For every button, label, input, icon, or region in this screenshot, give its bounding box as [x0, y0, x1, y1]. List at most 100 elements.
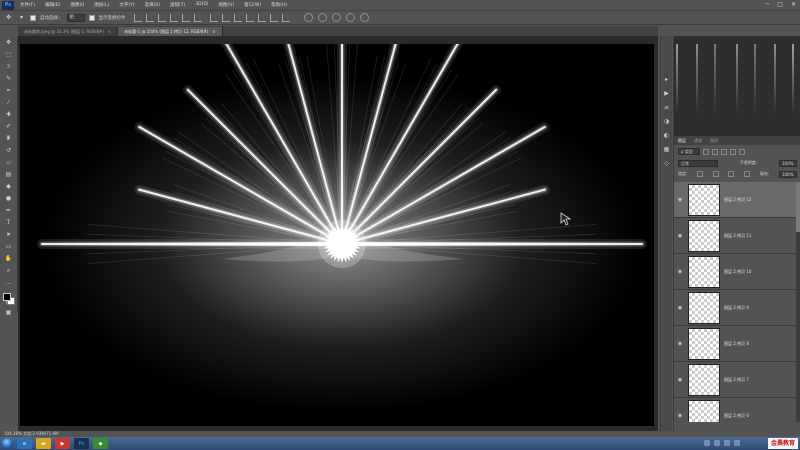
menu-help[interactable]: 帮助(H) [271, 2, 287, 8]
menu-layer[interactable]: 图层(L) [94, 2, 109, 8]
gradient-tool-icon[interactable]: ▤ [4, 171, 13, 179]
layer-row[interactable]: ◉ 图层 2 拷贝 9 [674, 290, 800, 326]
menu-file[interactable]: 文件(F) [20, 2, 35, 8]
3d-pan-icon[interactable] [331, 13, 341, 22]
tab-document-1[interactable]: 未标题的.jpeg @ 33.3% (图层 0, RGB/8#) × [18, 27, 119, 36]
visibility-eye-icon[interactable]: ◉ [674, 341, 686, 347]
layer-name[interactable]: 图层 2 拷贝 6 [724, 413, 749, 419]
distribute-bottom-icon[interactable] [233, 13, 242, 22]
tab-channels[interactable]: 通道 [694, 138, 702, 144]
tab-close-icon[interactable]: × [212, 29, 215, 34]
tab-document-2[interactable]: 未标题-1 @ 104% (图层 2 拷贝 12, RGB/8#) × [118, 27, 223, 36]
menu-filter[interactable]: 滤镜(T) [170, 2, 185, 8]
document-canvas[interactable] [20, 44, 654, 426]
history-panel-icon[interactable]: ▸ [663, 76, 671, 83]
layer-name[interactable]: 图层 2 拷贝 11 [724, 233, 751, 239]
lock-transparent-icon[interactable] [697, 171, 704, 177]
pen-tool-icon[interactable]: ✒ [4, 207, 13, 215]
distribute-center-icon[interactable] [257, 13, 266, 22]
actions-panel-icon[interactable]: ▶ [663, 90, 671, 97]
screen-mode-icon[interactable]: ▣ [4, 309, 13, 317]
properties-panel-icon[interactable]: ≡ [663, 104, 671, 111]
tool-preset-dropdown-icon[interactable]: ▾ [17, 13, 26, 22]
align-bottom-icon[interactable] [157, 13, 166, 22]
close-button[interactable]: ✕ [791, 1, 796, 8]
tab-close-icon[interactable]: × [108, 29, 111, 34]
brush-tool-icon[interactable]: ✐ [4, 123, 13, 131]
auto-select-checkbox[interactable] [30, 14, 36, 21]
menu-type[interactable]: 文字(Y) [119, 2, 134, 8]
swatches-panel-icon[interactable]: ▦ [663, 146, 671, 153]
menu-image[interactable]: 图像(I) [70, 2, 84, 8]
media-taskbar-icon[interactable]: ▶ [55, 438, 70, 449]
eraser-tool-icon[interactable]: ▱ [4, 159, 13, 167]
layer-row[interactable]: ◉ 图层 2 拷贝 7 [674, 362, 800, 398]
more-tools-icon[interactable]: … [4, 279, 13, 287]
menu-window[interactable]: 窗口(W) [244, 2, 261, 8]
blur-tool-icon[interactable]: ◆ [4, 183, 13, 191]
align-center-icon[interactable] [181, 13, 190, 22]
align-top-icon[interactable] [133, 13, 142, 22]
layer-row[interactable]: ◉ 图层 2 拷贝 10 [674, 254, 800, 290]
visibility-eye-icon[interactable]: ◉ [674, 413, 686, 419]
menu-edit[interactable]: 编辑(E) [45, 2, 60, 8]
visibility-eye-icon[interactable]: ◉ [674, 197, 686, 203]
explorer-taskbar-icon[interactable]: ▬ [36, 438, 51, 449]
blend-mode-dropdown[interactable]: 正常 [678, 159, 718, 167]
filter-smart-object-icon[interactable] [739, 148, 745, 155]
styles-panel-icon[interactable]: ◇ [663, 160, 671, 167]
foreground-color-swatch[interactable] [2, 293, 11, 301]
minimize-button[interactable]: ─ [766, 1, 770, 8]
filter-adjustment-icon[interactable] [712, 148, 718, 155]
opacity-field[interactable]: 100% [778, 159, 797, 167]
3d-roll-icon[interactable] [317, 13, 327, 22]
healing-brush-tool-icon[interactable]: ✚ [4, 111, 13, 119]
visibility-eye-icon[interactable]: ◉ [674, 233, 686, 239]
fill-field[interactable]: 100% [778, 170, 797, 178]
type-tool-icon[interactable]: T [4, 219, 13, 227]
3d-slide-icon[interactable] [345, 13, 355, 22]
app-taskbar-icon[interactable]: ◆ [93, 438, 108, 449]
crop-tool-icon[interactable]: ⌗ [4, 87, 13, 95]
clone-stamp-tool-icon[interactable]: ♜ [4, 135, 13, 143]
menu-select[interactable]: 选择(S) [145, 2, 160, 8]
zoom-tool-icon[interactable]: ⌕ [4, 267, 13, 275]
hand-tool-icon[interactable]: ✋ [4, 255, 13, 263]
lock-image-icon[interactable] [712, 171, 719, 177]
lock-all-icon[interactable] [744, 171, 751, 177]
visibility-eye-icon[interactable]: ◉ [674, 269, 686, 275]
visibility-eye-icon[interactable]: ◉ [674, 377, 686, 383]
tab-layers[interactable]: 图层 [678, 138, 686, 144]
eyedropper-tool-icon[interactable]: ⁄ [4, 99, 13, 107]
tray-icon[interactable] [714, 440, 720, 446]
adjustments-panel-icon[interactable]: ◑ [663, 118, 671, 125]
tray-icon[interactable] [734, 440, 740, 446]
photoshop-taskbar-icon[interactable]: Ps [74, 438, 89, 449]
align-middle-icon[interactable] [145, 13, 154, 22]
distribute-middle-icon[interactable] [221, 13, 230, 22]
tray-icon[interactable] [704, 440, 710, 446]
align-right-icon[interactable] [193, 13, 202, 22]
lasso-tool-icon[interactable]: ↄ [4, 63, 13, 71]
align-left-icon[interactable] [169, 13, 178, 22]
filter-pixel-icon[interactable] [703, 148, 709, 155]
visibility-eye-icon[interactable]: ◉ [674, 305, 686, 311]
path-select-tool-icon[interactable]: ➤ [4, 231, 13, 239]
layer-row[interactable]: ◉ 图层 2 拷贝 11 [674, 218, 800, 254]
layer-name[interactable]: 图层 2 拷贝 12 [724, 197, 751, 203]
lock-position-icon[interactable] [728, 171, 735, 177]
auto-align-icon[interactable] [281, 13, 290, 22]
tab-paths[interactable]: 路径 [710, 138, 718, 144]
start-button[interactable] [2, 438, 13, 449]
3d-scale-icon[interactable] [359, 13, 369, 22]
menu-3d[interactable]: 3D(D) [195, 2, 208, 8]
distribute-left-icon[interactable] [245, 13, 254, 22]
auto-select-dropdown[interactable]: 组 [66, 13, 85, 22]
marquee-tool-icon[interactable]: ⬚ [4, 51, 13, 59]
layer-name[interactable]: 图层 2 拷贝 8 [724, 341, 749, 347]
history-brush-tool-icon[interactable]: ↺ [4, 147, 13, 155]
filter-type-icon[interactable] [721, 148, 727, 155]
layer-name[interactable]: 图层 2 拷贝 7 [724, 377, 749, 383]
maximize-button[interactable]: □ [777, 1, 783, 8]
layer-row[interactable]: ◉ 图层 2 拷贝 8 [674, 326, 800, 362]
